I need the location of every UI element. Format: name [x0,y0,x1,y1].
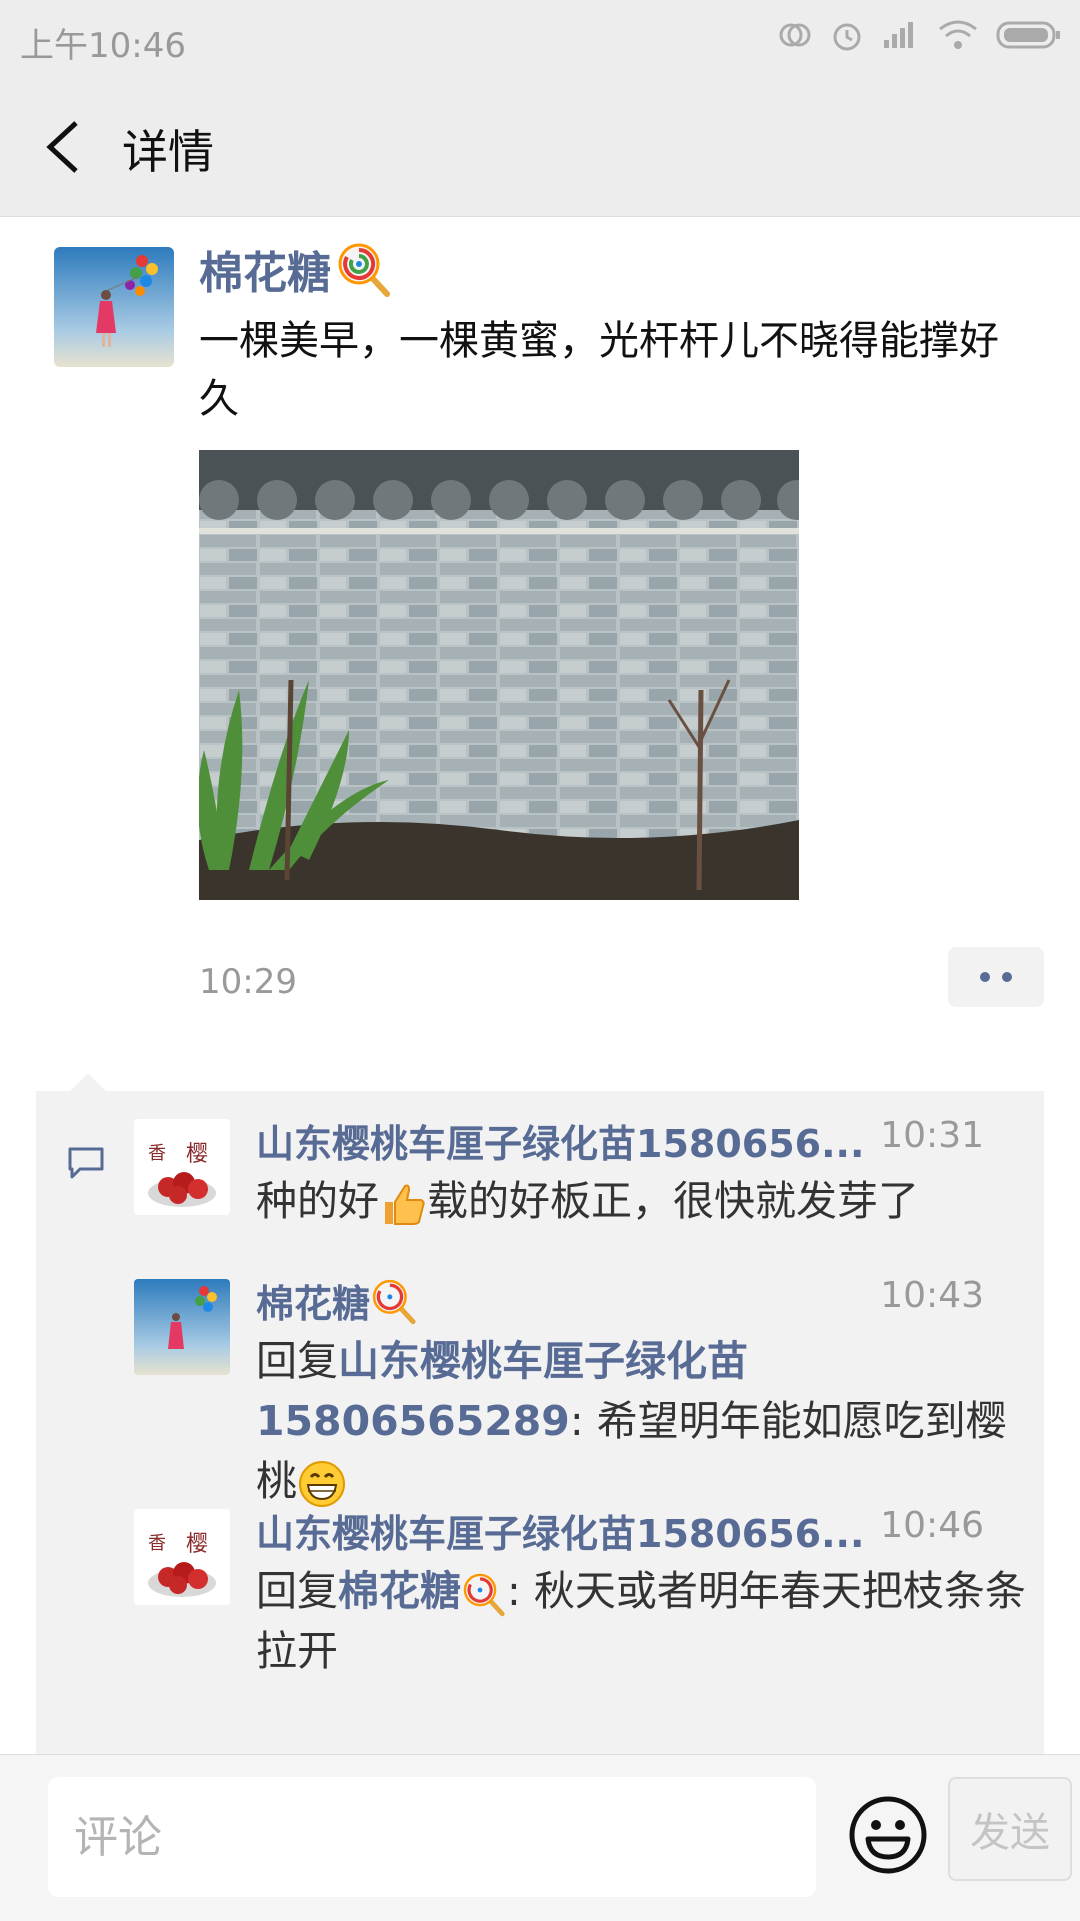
post-text: 一棵美早，一棵黄蜜，光杆杆儿不晓得能撑好久 [199,318,999,422]
back-arrow-icon [46,121,78,173]
more-actions-button[interactable] [948,947,1044,1007]
reply-target[interactable]: 棉花糖 [338,1567,507,1617]
post-time: 10:29 [199,962,297,1002]
reply-prefix: 回复 [256,1337,338,1385]
comment-item[interactable]: 香 樱 山东樱桃车厘子绿化苗1580656... 10:46 回复棉花糖 : 秋… [36,1481,1044,1681]
smiley-icon [849,1796,927,1874]
battery-icon [996,21,1060,49]
status-icons [778,18,1062,52]
comment-text: 种的好 载的好板正，很快就发芽了 [256,1171,1044,1231]
thumbs-up-icon [385,1184,425,1225]
comment-item[interactable]: 棉花糖 10:43 回复山东樱桃车厘子绿化苗15806565289: 希望明年能… [36,1251,1044,1507]
wifi-icon [939,20,977,49]
commenter-name[interactable]: 山东樱桃车厘子绿化苗1580656... [256,1503,864,1558]
navbar: 详情 [0,76,1080,217]
more-dots-icon [980,972,990,982]
comment-item[interactable]: 香 樱 山东樱桃车厘子绿化苗1580656... 10:31 种的好 载的好板正… [36,1091,1044,1251]
lollipop-icon [338,243,390,297]
comment-input[interactable] [48,1777,816,1897]
comment-time: 10:46 [880,1505,984,1546]
comment-time: 10:31 [880,1115,984,1156]
send-button[interactable]: 发送 [948,1777,1072,1881]
author-avatar[interactable] [54,247,174,367]
commenter-avatar[interactable] [134,1279,230,1375]
avatar-image [134,1279,230,1375]
photo-wall-saplings [199,450,799,900]
status-time: 上午10:46 [20,26,186,66]
comment-text-part: 种的好 [256,1177,379,1225]
alarm-icon [833,23,861,51]
sync-icon [779,23,811,47]
page-title: 详情 [122,125,214,179]
reply-prefix: 回复 [256,1567,338,1615]
comments-section: 香 樱 山东樱桃车厘子绿化苗1580656... 10:31 种的好 载的好板正… [36,1091,1044,1761]
commenter-name[interactable]: 山东樱桃车厘子绿化苗1580656... [256,1113,864,1168]
comment-text-part: 载的好板正，很快就发芽了 [427,1177,919,1225]
commenter-name-text: 棉花糖 [256,1282,371,1326]
comment-time: 10:43 [880,1275,984,1316]
back-button[interactable] [34,112,90,182]
comment-text: 回复棉花糖 : 秋天或者明年春天把枝条条拉开 [256,1561,1044,1681]
comment-bar: 发送 [0,1754,1080,1921]
svg-text:樱: 樱 [186,1532,208,1557]
signal-icon [884,22,913,48]
svg-text:香: 香 [148,1533,166,1554]
post-photo[interactable] [199,450,799,900]
lollipop-icon [463,1573,505,1617]
cherry-avatar-image: 香 樱 [134,1119,230,1215]
reply-target-name: 棉花糖 [338,1567,461,1615]
commenter-avatar[interactable]: 香 樱 [134,1509,230,1605]
commenter-avatar[interactable]: 香 樱 [134,1119,230,1215]
commenter-name[interactable]: 棉花糖 [256,1273,418,1328]
post-author[interactable]: 棉花糖 [199,237,393,301]
lollipop-icon [372,1279,416,1324]
cherry-avatar-image: 香 樱 [134,1509,230,1605]
post-author-name: 棉花糖 [199,248,331,299]
avatar-image [54,247,174,367]
more-dots-icon-2 [1002,972,1012,982]
comments-caret [70,1073,106,1091]
svg-text:樱: 樱 [186,1142,208,1167]
emoji-button[interactable] [848,1795,928,1875]
status-bar: 上午10:46 [0,0,1080,76]
svg-text:香: 香 [148,1143,166,1164]
